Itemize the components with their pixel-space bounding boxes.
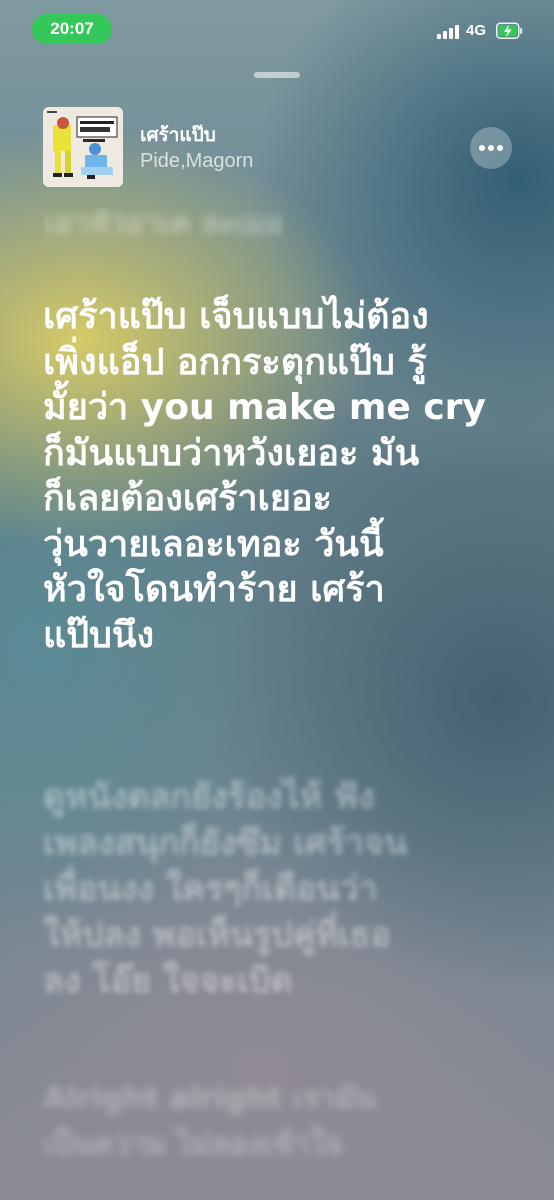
status-time[interactable]: 20:07: [32, 14, 112, 44]
status-bar: 20:07 4G: [0, 0, 554, 60]
lyric-block-next[interactable]: ดูหนังตลกยังร้องไห้ ฟัง เพลงสนุกก็ยังซึม…: [43, 774, 523, 1004]
lyric-line: ลง โอ๊ย ใจจะเบิด: [43, 961, 293, 1001]
lyric-line: ดูหนังตลกยังร้องไห้ ฟัง: [43, 777, 375, 817]
album-art-icon: [43, 107, 123, 187]
lyric-line: เพื่อนงง ใครๆก็เตือนว่า: [43, 869, 378, 909]
lyric-block-following[interactable]: Alright alright เรามัน เป็นความ ไม่ลองเข…: [43, 1076, 523, 1168]
lyric-line: เศร้าแป๊บ เจ็บแบบไม่ต้อง: [43, 296, 429, 337]
lyric-line: หัวใจโดนทำร้าย เศร้า: [43, 569, 385, 610]
lyric-line: วุ่นวายเลอะเทอะ วันนี้: [43, 523, 384, 565]
ellipsis-dot: [497, 145, 503, 151]
album-cover[interactable]: [43, 107, 123, 187]
sheet-grabber-handle[interactable]: [254, 72, 300, 78]
song-title[interactable]: เศร้าแป๊บ: [140, 120, 216, 150]
lyric-line: ให้ปลง พอเห็นรูปคู่ที่เธอ: [43, 915, 391, 955]
lyric-line: เพิ่งแอ็ป อกกระตุกแป๊บ รู้: [43, 341, 427, 383]
lyric-line: เป็นความ ไม่ลองเข้าใจ: [43, 1127, 343, 1162]
ellipsis-dot: [488, 145, 494, 151]
battery-charging-icon: [496, 22, 523, 40]
network-type: 4G: [466, 22, 487, 39]
song-artist[interactable]: Pide,Magorn: [140, 150, 253, 173]
lyric-line: แป๊บนึง: [43, 614, 155, 656]
lyric-line: ก็เลยต้องเศร้าเยอะ: [43, 478, 332, 519]
ellipsis-icon: [479, 145, 485, 151]
lyric-line: เพลงสนุกก็ยังซึม เศร้าจน: [43, 823, 408, 863]
cellular-signal-icon: [437, 25, 461, 39]
more-options-button[interactable]: [470, 127, 512, 169]
lyric-block-current[interactable]: เศร้าแป๊บ เจ็บแบบไม่ต้อง เพิ่งแอ็ป อกกระ…: [43, 294, 523, 658]
lyric-line: ก็มันแบบว่าหวังเยอะ มัน: [43, 432, 420, 474]
lyric-line: มั้ยว่า you make me cry: [43, 387, 486, 428]
lyric-line: Alright alright เรามัน: [43, 1081, 376, 1116]
